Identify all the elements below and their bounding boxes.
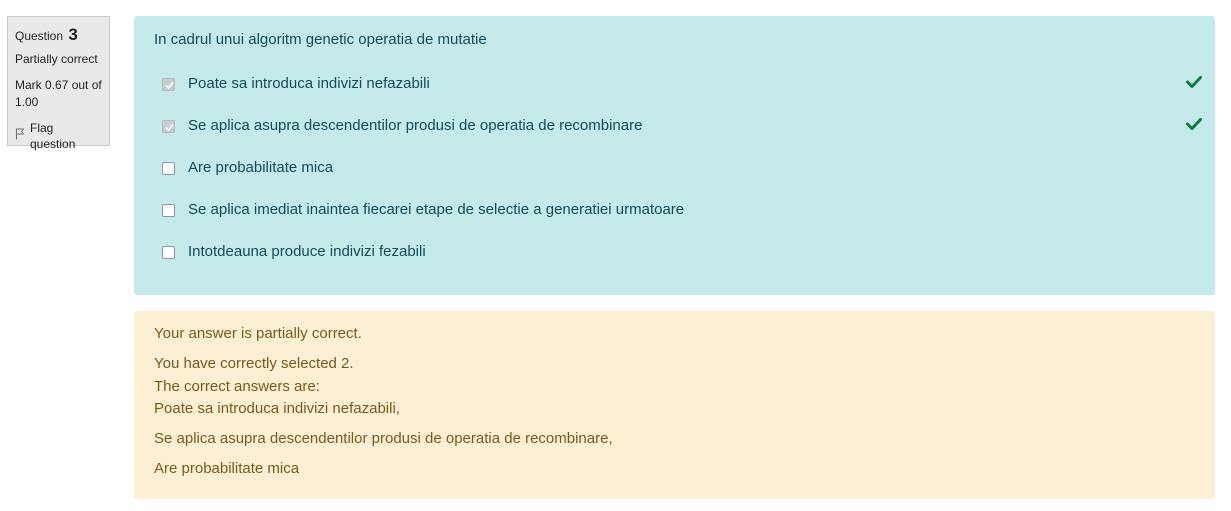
flag-question-button[interactable]: Flag question <box>15 120 102 152</box>
check-icon <box>1186 117 1202 135</box>
answer-option-4[interactable]: Se aplica imediat inaintea fiecarei etap… <box>162 198 1202 222</box>
question-number: Question 3 <box>15 25 102 49</box>
question-label: Question <box>15 29 64 43</box>
feedback-selected-count: You have correctly selected 2. <box>154 355 354 372</box>
flag-icon <box>15 128 30 144</box>
answer-checkbox-3[interactable] <box>162 161 175 175</box>
flag-question-label: Flag question <box>30 121 76 151</box>
question-info-panel: Question 3 Partially correct Mark 0.67 o… <box>7 16 110 151</box>
question-grade: Mark 0.67 out of 1.00 <box>15 78 102 109</box>
question-text: In cadrul unui algoritm genetic operatia… <box>154 31 487 48</box>
question-number-value: 3 <box>68 25 78 44</box>
answer-option-2[interactable]: Se aplica asupra descendentilor produsi … <box>162 114 1202 138</box>
answer-option-5[interactable]: Intotdeauna produce indivizi fezabili <box>162 240 1202 264</box>
answer-checkbox-2[interactable] <box>162 119 175 133</box>
answer-option-3[interactable]: Are probabilitate mica <box>162 156 1202 180</box>
answer-checkbox-5[interactable] <box>162 245 175 259</box>
answer-checkbox-4[interactable] <box>162 203 175 217</box>
check-icon <box>1186 75 1202 93</box>
answer-label-5: Intotdeauna produce indivizi fezabili <box>188 243 426 260</box>
feedback-summary: Your answer is partially correct. <box>154 325 362 342</box>
answer-label-1: Poate sa introduca indivizi nefazabili <box>188 75 430 92</box>
feedback-correct-intro: The correct answers are: <box>154 378 320 395</box>
answer-checkbox-1[interactable] <box>162 77 175 91</box>
question-state: Partially correct <box>15 52 98 66</box>
feedback-correct-answer-1: Poate sa introduca indivizi nefazabili, <box>154 400 400 417</box>
answer-option-1[interactable]: Poate sa introduca indivizi nefazabili <box>162 72 1202 96</box>
feedback-panel: Your answer is partially correct. You ha… <box>134 311 1215 499</box>
feedback-correct-answer-2: Se aplica asupra descendentilor produsi … <box>154 430 613 447</box>
question-formulation: In cadrul unui algoritm genetic operatia… <box>134 16 1215 295</box>
answer-label-3: Are probabilitate mica <box>188 159 334 176</box>
feedback-correct-answer-3: Are probabilitate mica <box>154 460 300 477</box>
answer-label-2: Se aplica asupra descendentilor produsi … <box>188 117 643 134</box>
answer-label-4: Se aplica imediat inaintea fiecarei etap… <box>188 201 685 218</box>
